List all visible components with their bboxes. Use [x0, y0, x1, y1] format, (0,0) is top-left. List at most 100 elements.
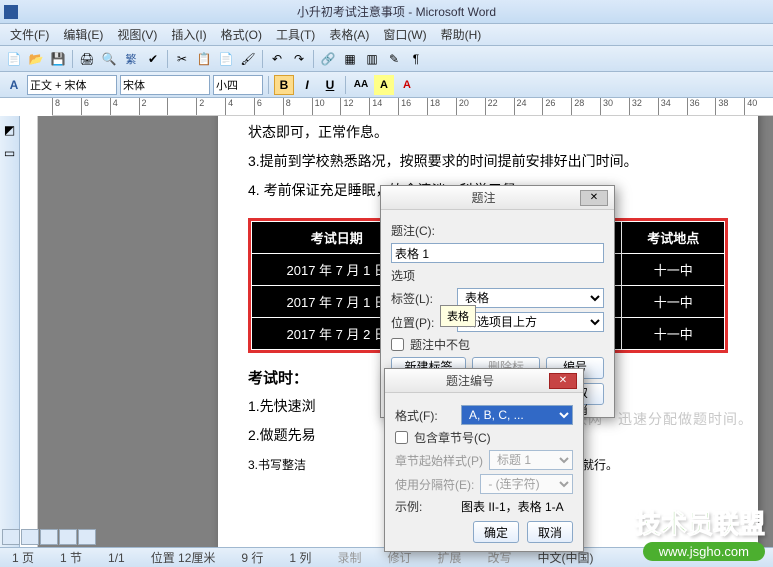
- dialog-title: 题注: [387, 189, 580, 206]
- body-text: 3.提前到学校熟悉路况，按照要求的时间提前安排好出门时间。: [248, 149, 728, 174]
- watermark: 技术员联盟 www.jsgho.com: [635, 504, 765, 561]
- status-line: 9 行: [235, 549, 269, 566]
- chapter-checkbox[interactable]: [395, 431, 408, 444]
- preview-icon[interactable]: 🔍: [99, 49, 119, 69]
- status-rec: 录制: [331, 549, 367, 566]
- separator: [268, 76, 269, 94]
- hyperlink-icon[interactable]: 🔗: [318, 49, 338, 69]
- tool-icon[interactable]: ▭: [0, 143, 20, 163]
- cut-icon[interactable]: ✂: [172, 49, 192, 69]
- standard-toolbar: 📄 📂 💾 🖨 🔍 繁 ✔ ✂ 📋 📄 🖌 ↶ ↷ 🔗 ▦ ▥ ✎ ¶: [0, 46, 773, 72]
- label: 包含章节号(C): [414, 429, 491, 446]
- menu-table[interactable]: 表格(A): [323, 24, 375, 45]
- watermark-text: 技术员联盟: [635, 504, 765, 541]
- status-page: 1 页: [6, 549, 40, 566]
- font-combo[interactable]: [120, 75, 210, 95]
- menu-format[interactable]: 格式(O): [215, 24, 268, 45]
- format-select[interactable]: A, B, C, ...: [461, 405, 573, 425]
- label: 示例:: [395, 498, 455, 515]
- style-combo[interactable]: [27, 75, 117, 95]
- char-border-icon[interactable]: AA: [351, 75, 371, 95]
- tag-select[interactable]: 表格: [457, 288, 604, 308]
- label: 章节起始样式(P): [395, 452, 483, 469]
- label: 标签(L):: [391, 290, 451, 307]
- bold-button[interactable]: B: [274, 75, 294, 95]
- table-header: 考试地点: [622, 221, 725, 253]
- horizontal-ruler[interactable]: 8642246810121416182022242628303234363840: [52, 98, 773, 116]
- para-icon[interactable]: ¶: [406, 49, 426, 69]
- style-a-icon[interactable]: A: [4, 75, 24, 95]
- copy-icon[interactable]: 📋: [194, 49, 214, 69]
- print-icon[interactable]: 🖨: [77, 49, 97, 69]
- position-select[interactable]: 所选项目上方: [457, 312, 604, 332]
- drawing-icon[interactable]: ✎: [384, 49, 404, 69]
- paste-icon[interactable]: 📄: [216, 49, 236, 69]
- new-doc-icon[interactable]: 📄: [4, 49, 24, 69]
- separator: [345, 76, 346, 94]
- font-color-icon[interactable]: A: [397, 75, 417, 95]
- vertical-ruler[interactable]: [20, 116, 38, 547]
- separator-select: - (连字符): [480, 474, 573, 494]
- outline-view-icon[interactable]: [59, 529, 77, 545]
- label: 格式(F):: [395, 407, 455, 424]
- tooltip: 表格: [440, 305, 476, 327]
- menu-help[interactable]: 帮助(H): [435, 24, 488, 45]
- char-shading-icon[interactable]: A: [374, 75, 394, 95]
- undo-icon[interactable]: ↶: [267, 49, 287, 69]
- columns-icon[interactable]: ▥: [362, 49, 382, 69]
- trad-icon[interactable]: 繁: [121, 49, 141, 69]
- status-col: 1 列: [283, 549, 317, 566]
- italic-button[interactable]: I: [297, 75, 317, 95]
- web-view-icon[interactable]: [21, 529, 39, 545]
- title-bar: 小升初考试注意事项 - Microsoft Word: [0, 0, 773, 24]
- status-position: 位置 12厘米: [145, 549, 222, 566]
- separator: [262, 50, 263, 68]
- close-icon[interactable]: ✕: [580, 190, 608, 206]
- label: 题注(C):: [391, 222, 604, 239]
- reading-view-icon[interactable]: [78, 529, 96, 545]
- save-icon[interactable]: 💾: [48, 49, 68, 69]
- underline-button[interactable]: U: [320, 75, 340, 95]
- size-combo[interactable]: [213, 75, 263, 95]
- ok-button[interactable]: 确定: [473, 521, 519, 543]
- numbering-dialog: 题注编号 ✕ 格式(F): A, B, C, ... 包含章节号(C) 章节起始…: [384, 368, 584, 552]
- cancel-button[interactable]: 取消: [527, 521, 573, 543]
- table-icon[interactable]: ▦: [340, 49, 360, 69]
- formatting-toolbar: A B I U AA A A: [0, 72, 773, 98]
- window-title: 小升初考试注意事项 - Microsoft Word: [24, 3, 769, 20]
- format-painter-icon[interactable]: 🖌: [238, 49, 258, 69]
- open-icon[interactable]: 📂: [26, 49, 46, 69]
- status-section: 1 节: [54, 549, 88, 566]
- ghost-text: 迅速分配做题时间。: [618, 409, 753, 429]
- dialog-title: 题注编号: [391, 372, 549, 389]
- left-toolbox: ◩ ▭: [0, 116, 20, 547]
- view-mode-icons: [2, 529, 96, 545]
- menu-window[interactable]: 窗口(W): [377, 24, 432, 45]
- example-text: 图表 II-1，表格 1-A: [461, 498, 564, 515]
- body-text: 状态即可，正常作息。: [248, 120, 728, 145]
- exclude-checkbox[interactable]: [391, 338, 404, 351]
- menu-tools[interactable]: 工具(T): [270, 24, 321, 45]
- close-icon[interactable]: ✕: [549, 373, 577, 389]
- label: 选项: [391, 267, 604, 284]
- caption-input[interactable]: [391, 243, 604, 263]
- chapter-style-select: 标题 1: [489, 450, 573, 470]
- print-view-icon[interactable]: [40, 529, 58, 545]
- redo-icon[interactable]: ↷: [289, 49, 309, 69]
- dialog-titlebar[interactable]: 题注编号 ✕: [385, 369, 583, 393]
- separator: [72, 50, 73, 68]
- separator: [313, 50, 314, 68]
- dialog-titlebar[interactable]: 题注 ✕: [381, 186, 614, 210]
- spellcheck-icon[interactable]: ✔: [143, 49, 163, 69]
- app-icon: [4, 5, 18, 19]
- label: 题注中不包: [410, 336, 470, 353]
- menu-insert[interactable]: 插入(I): [165, 24, 212, 45]
- status-pages: 1/1: [102, 551, 131, 565]
- menu-edit[interactable]: 编辑(E): [57, 24, 109, 45]
- normal-view-icon[interactable]: [2, 529, 20, 545]
- label: 使用分隔符(E):: [395, 476, 474, 493]
- tool-icon[interactable]: ◩: [0, 120, 20, 140]
- menu-file[interactable]: 文件(F): [4, 24, 55, 45]
- menu-view[interactable]: 视图(V): [111, 24, 163, 45]
- menu-bar: 文件(F) 编辑(E) 视图(V) 插入(I) 格式(O) 工具(T) 表格(A…: [0, 24, 773, 46]
